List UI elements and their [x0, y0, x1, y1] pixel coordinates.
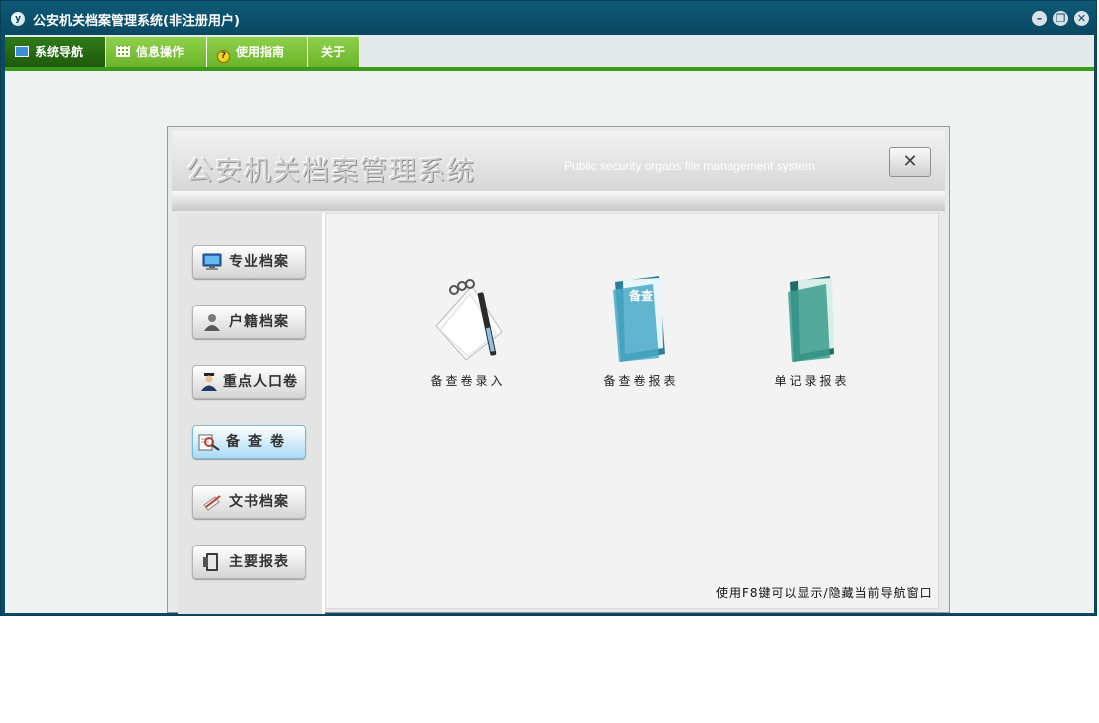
title-bar[interactable]: y 公安机关档案管理系统(非注册用户) – ❐ ✕	[1, 1, 1096, 35]
notepad-pen-icon	[435, 279, 503, 361]
sidebar-item-professional-archives[interactable]: 专业档案	[192, 245, 306, 279]
sidebar-item-key-population[interactable]: 重点人口卷	[192, 365, 306, 399]
minimize-icon[interactable]: –	[1032, 11, 1047, 26]
pen-paper-icon	[203, 495, 221, 511]
sidebar-item-label: 重点人口卷	[223, 374, 298, 390]
menu-item-label: 关于	[321, 45, 346, 59]
menu-item-info-ops[interactable]: 信息操作	[106, 37, 207, 67]
menu-bar: 系统导航 信息操作 ? 使用指南 关于	[5, 35, 1094, 71]
sidebar: 专业档案 户籍档案 重点人口卷 备查卷 文书档案 主要报表	[178, 213, 325, 614]
report-book-icon	[203, 553, 218, 571]
sidebar-item-document-archives[interactable]: 文书档案	[192, 485, 306, 519]
sidebar-item-label: 文书档案	[229, 494, 289, 510]
nav-dialog: 公安机关档案管理系统 Public security organs file m…	[167, 126, 950, 614]
tile-label: 备查卷报表	[603, 374, 679, 388]
monitor-icon	[15, 46, 29, 57]
app-window: y 公安机关档案管理系统(非注册用户) – ❐ ✕ 系统导航 信息操作 ? 使用指…	[0, 0, 1097, 616]
sidebar-item-label: 备查卷	[226, 434, 292, 450]
menu-item-system-nav[interactable]: 系统导航	[5, 37, 106, 67]
monitor-icon	[202, 253, 222, 270]
tile-label: 备查卷录入	[430, 374, 506, 388]
menu-item-label: 系统导航	[35, 45, 84, 59]
window-title: 公安机关档案管理系统(非注册用户)	[33, 14, 240, 29]
sidebar-item-label: 户籍档案	[229, 314, 289, 330]
restore-icon[interactable]: ❐	[1053, 11, 1068, 26]
menu-item-label: 信息操作	[136, 45, 185, 59]
menu-item-user-guide[interactable]: ? 使用指南	[207, 37, 308, 67]
grid-icon	[116, 46, 130, 57]
sidebar-item-label: 主要报表	[229, 554, 289, 570]
app-logo-icon: y	[11, 12, 25, 26]
tile-reference-entry[interactable]: 备查卷录入	[403, 274, 533, 404]
dialog-header: 公安机关档案管理系统 Public security organs file m…	[172, 131, 945, 191]
officer-icon	[201, 373, 217, 391]
sidebar-item-main-reports[interactable]: 主要报表	[192, 545, 306, 579]
module-panel: 备查卷录入 备查 备查卷报表 单记录报表 使用F8键可以显示/隐藏当前导航窗口	[325, 213, 939, 609]
main-content-area: 公安机关档案管理系统 Public security organs file m…	[5, 71, 1094, 614]
menu-item-about[interactable]: 关于	[308, 37, 360, 67]
menu-item-label: 使用指南	[236, 45, 285, 59]
sidebar-item-household-archives[interactable]: 户籍档案	[192, 305, 306, 339]
dialog-title: 公安机关档案管理系统	[186, 156, 476, 187]
close-icon[interactable]: ✕	[1074, 11, 1089, 26]
tile-label: 单记录报表	[774, 374, 850, 388]
dialog-close-button[interactable]: ✕	[889, 147, 931, 177]
folder-icon	[788, 276, 834, 362]
dialog-header-strip	[172, 191, 945, 211]
person-icon	[204, 314, 220, 331]
sidebar-item-label: 专业档案	[229, 254, 289, 270]
sidebar-item-reference-files[interactable]: 备查卷	[192, 425, 306, 459]
f8-hint-text: 使用F8键可以显示/隐藏当前导航窗口	[716, 586, 933, 600]
dialog-subtitle: Public security organs file management s…	[564, 159, 815, 173]
magnifier-document-icon	[198, 434, 220, 451]
help-icon: ?	[217, 50, 230, 63]
folder-icon: 备查	[613, 276, 665, 362]
tile-reference-report[interactable]: 备查 备查卷报表	[576, 274, 706, 404]
tile-single-record-report[interactable]: 单记录报表	[747, 274, 877, 404]
folder-label: 备查	[628, 288, 654, 303]
